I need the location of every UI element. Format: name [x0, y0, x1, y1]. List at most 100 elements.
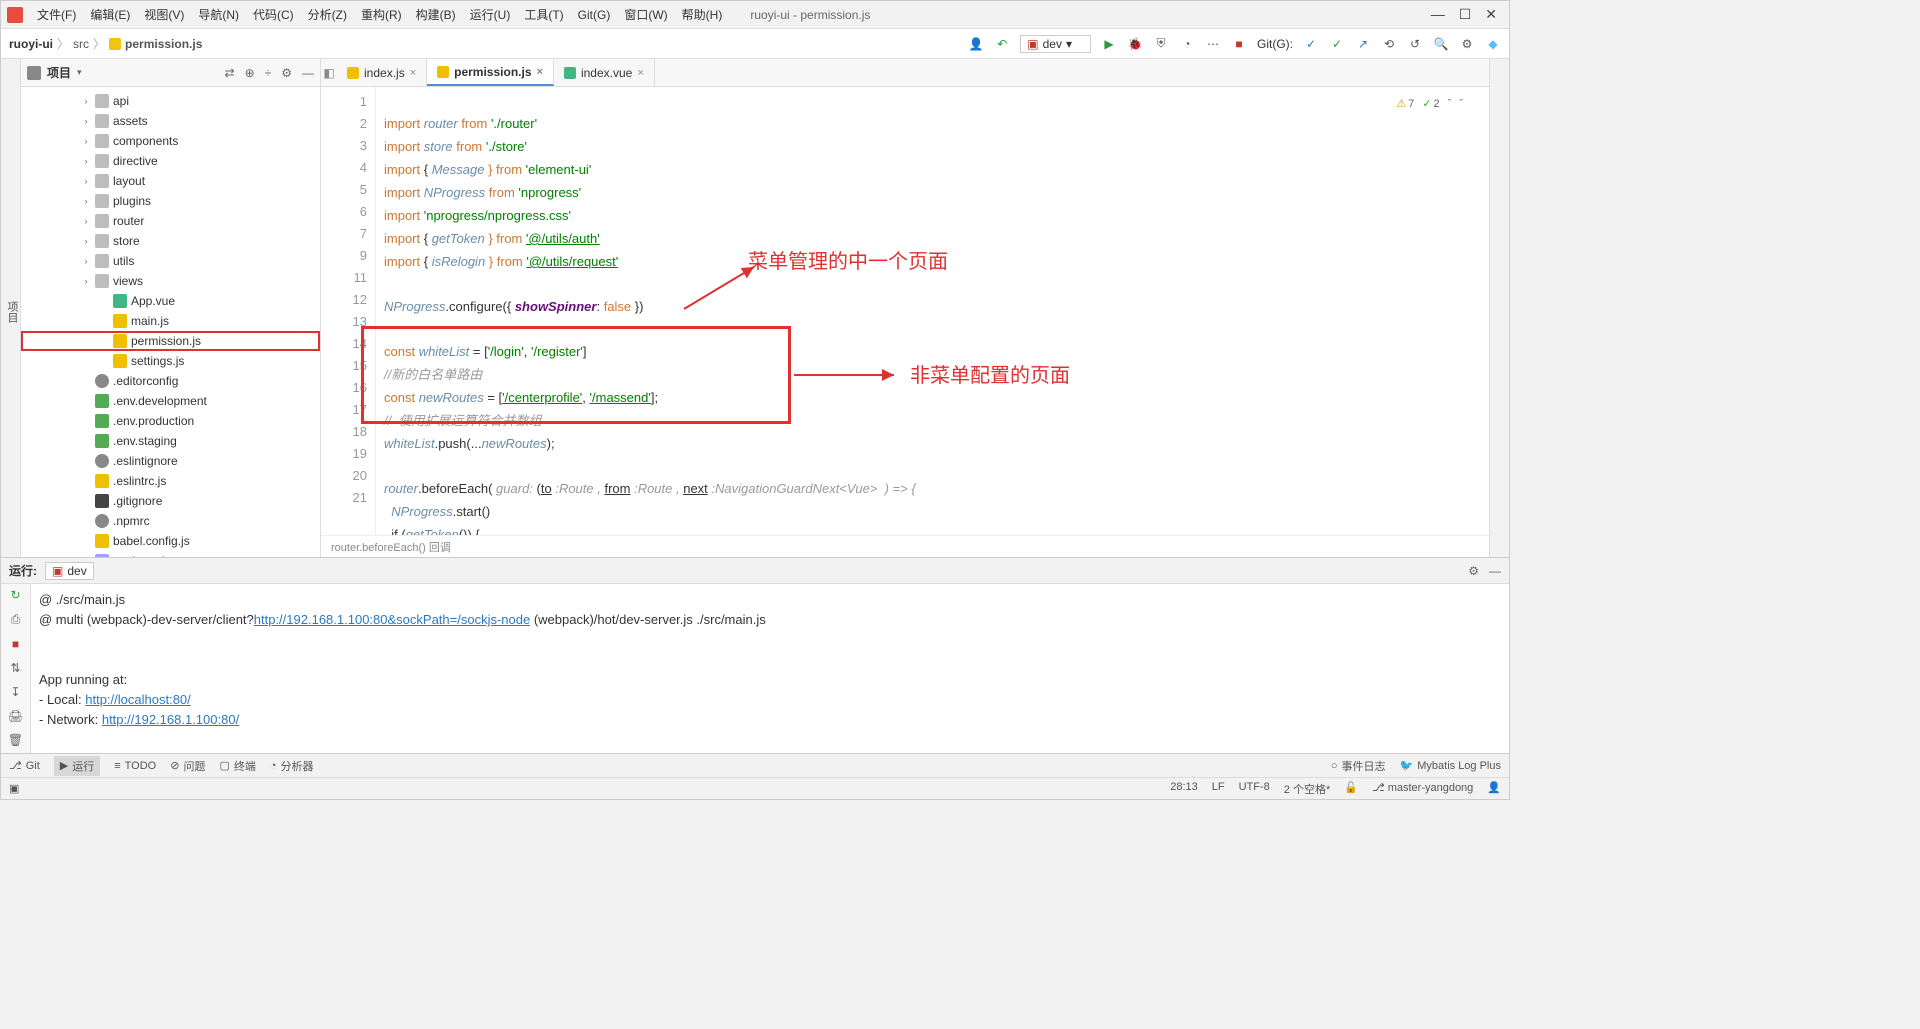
rerun-icon[interactable]: ↻ — [10, 588, 20, 602]
left-tool-strip[interactable]: 项目 — [1, 59, 21, 557]
git-rollback-icon[interactable]: ↺ — [1407, 36, 1423, 52]
tree-node-babel.config.js[interactable]: babel.config.js — [21, 531, 320, 551]
code-editor[interactable]: import router from './router' import sto… — [376, 87, 1489, 535]
close-tab-icon[interactable]: × — [410, 67, 416, 79]
status-pos[interactable]: 28:13 — [1170, 781, 1198, 797]
inspection-hints[interactable]: 7 2 ˆ ˇ — [1396, 93, 1463, 115]
close-tab-icon[interactable]: × — [637, 67, 643, 79]
status-line-sep[interactable]: LF — [1212, 781, 1225, 797]
collapse-all-icon[interactable]: ÷ — [265, 66, 272, 80]
tool-mybatis[interactable]: 🐦 Mybatis Log Plus — [1400, 758, 1501, 774]
tree-node-.npmrc[interactable]: .npmrc — [21, 511, 320, 531]
status-icon[interactable]: ▣ — [9, 782, 19, 795]
git-push-icon[interactable]: ↗ — [1355, 36, 1371, 52]
user-icon[interactable]: 👤 — [968, 36, 984, 52]
debug-icon[interactable]: 🐞 — [1127, 36, 1143, 52]
chevron-down-icon[interactable]: ˇ — [1459, 93, 1463, 115]
git-update-icon[interactable]: ✓ — [1303, 36, 1319, 52]
tree-node-utils[interactable]: ›utils — [21, 251, 320, 271]
run-stop-icon[interactable]: ■ — [12, 637, 19, 651]
tree-node-.env.staging[interactable]: .env.staging — [21, 431, 320, 451]
tool-events[interactable]: ○ 事件日志 — [1331, 758, 1386, 774]
project-title[interactable]: 项目 — [47, 64, 71, 81]
tree-node-.env.production[interactable]: .env.production — [21, 411, 320, 431]
run-config[interactable]: ▣dev — [45, 562, 94, 580]
maximize-icon[interactable]: ☐ — [1459, 6, 1472, 23]
tree-node-directive[interactable]: ›directive — [21, 151, 320, 171]
menu-refactor[interactable]: 重构(R) — [355, 4, 408, 25]
settings-icon[interactable]: ⚙ — [1459, 36, 1475, 52]
tree-node-.gitignore[interactable]: .gitignore — [21, 491, 320, 511]
tree-node-permission.js[interactable]: permission.js — [21, 331, 320, 351]
stop-icon[interactable]: ■ — [1231, 36, 1247, 52]
tree-node-views[interactable]: ›views — [21, 271, 320, 291]
tree-node-main.js[interactable]: main.js — [21, 311, 320, 331]
right-tool-strip[interactable] — [1489, 59, 1509, 557]
menu-nav[interactable]: 导航(N) — [192, 4, 245, 25]
tab-index.js[interactable]: index.js× — [337, 59, 427, 86]
menu-build[interactable]: 构建(B) — [410, 4, 462, 25]
code-breadcrumb[interactable]: router.beforeEach() 回调 — [321, 535, 1489, 557]
expand-all-icon[interactable]: ⊕ — [245, 66, 255, 80]
chevron-up-icon[interactable]: ˆ — [1448, 93, 1452, 115]
status-readonly-icon[interactable]: 🔓 — [1344, 781, 1358, 797]
run-config-select[interactable]: ▣dev▾ — [1020, 35, 1091, 53]
run-icon[interactable]: ▶ — [1101, 36, 1117, 52]
tool-run[interactable]: ▶ 运行 — [54, 756, 100, 776]
close-icon[interactable]: ✕ — [1485, 6, 1497, 23]
profile-icon[interactable]: ◔ — [1179, 36, 1195, 52]
tool-problems[interactable]: ⊘ 问题 — [170, 758, 205, 774]
tree-node-.env.development[interactable]: .env.development — [21, 391, 320, 411]
search-icon[interactable]: 🔍 — [1433, 36, 1449, 52]
tool-todo[interactable]: ≡ TODO — [114, 760, 156, 772]
run-print-icon[interactable]: 🖨 — [8, 709, 23, 723]
console-link-1[interactable]: http://192.168.1.100:80&sockPath=/sockjs… — [254, 612, 530, 627]
tree-node-App.vue[interactable]: App.vue — [21, 291, 320, 311]
hide-panel-icon[interactable]: — — [302, 66, 314, 80]
menu-analyze[interactable]: 分析(Z) — [302, 4, 353, 25]
tool-git[interactable]: ⎇ Git — [9, 759, 40, 772]
run-trash-icon[interactable]: 🗑 — [8, 733, 23, 747]
more-run-icon[interactable]: ⋯ — [1205, 36, 1221, 52]
tree-node-plugins[interactable]: ›plugins — [21, 191, 320, 211]
tree-node-layout[interactable]: ›layout — [21, 171, 320, 191]
csdn-icon[interactable]: ◆ — [1485, 36, 1501, 52]
tab-index.vue[interactable]: index.vue× — [554, 59, 655, 86]
close-tab-icon[interactable]: × — [537, 66, 543, 78]
project-tree[interactable]: ›api›assets›components›directive›layout›… — [21, 87, 320, 557]
git-history-icon[interactable]: ⟲ — [1381, 36, 1397, 52]
tree-node-.eslintrc.js[interactable]: .eslintrc.js — [21, 471, 320, 491]
status-person-icon[interactable]: 👤 — [1487, 781, 1501, 797]
coverage-icon[interactable]: ⛨ — [1153, 36, 1169, 52]
run-output[interactable]: @ ./src/main.js @ multi (webpack)-dev-se… — [31, 584, 1509, 753]
menu-help[interactable]: 帮助(H) — [676, 4, 729, 25]
menu-edit[interactable]: 编辑(E) — [84, 4, 136, 25]
minimize-icon[interactable]: — — [1431, 6, 1445, 23]
status-indent[interactable]: 2 个空格* — [1284, 781, 1330, 797]
status-encoding[interactable]: UTF-8 — [1239, 781, 1270, 797]
menu-window[interactable]: 窗口(W) — [618, 4, 673, 25]
menu-run[interactable]: 运行(U) — [464, 4, 517, 25]
select-opened-icon[interactable]: ⇄ — [225, 66, 235, 80]
run-attach-icon[interactable]: ⎙ — [11, 612, 21, 627]
console-link-network[interactable]: http://192.168.1.100:80/ — [102, 712, 239, 727]
console-link-local[interactable]: http://localhost:80/ — [85, 692, 191, 707]
breadcrumb[interactable]: ruoyi-ui〉 src〉 permission.js — [9, 35, 202, 52]
menu-code[interactable]: 代码(C) — [247, 4, 300, 25]
tool-profiler[interactable]: ◔ 分析器 — [270, 758, 314, 774]
tree-node-store[interactable]: ›store — [21, 231, 320, 251]
tree-node-.eslintignore[interactable]: .eslintignore — [21, 451, 320, 471]
run-settings-icon[interactable]: ⚙ — [1468, 564, 1479, 578]
status-branch[interactable]: ⎇ master-yangdong — [1372, 781, 1473, 797]
run-hide-icon[interactable]: — — [1489, 564, 1501, 578]
tree-node-components[interactable]: ›components — [21, 131, 320, 151]
tab-permission.js[interactable]: permission.js× — [427, 59, 554, 86]
menu-view[interactable]: 视图(V) — [138, 4, 190, 25]
tree-node-.editorconfig[interactable]: .editorconfig — [21, 371, 320, 391]
tree-node-settings.js[interactable]: settings.js — [21, 351, 320, 371]
tree-node-router[interactable]: ›router — [21, 211, 320, 231]
git-commit-icon[interactable]: ✓ — [1329, 36, 1345, 52]
tab-pin-icon[interactable]: ◧ — [321, 59, 337, 86]
run-soft-wrap-icon[interactable]: ⇅ — [10, 661, 20, 675]
menu-file[interactable]: 文件(F) — [31, 4, 82, 25]
